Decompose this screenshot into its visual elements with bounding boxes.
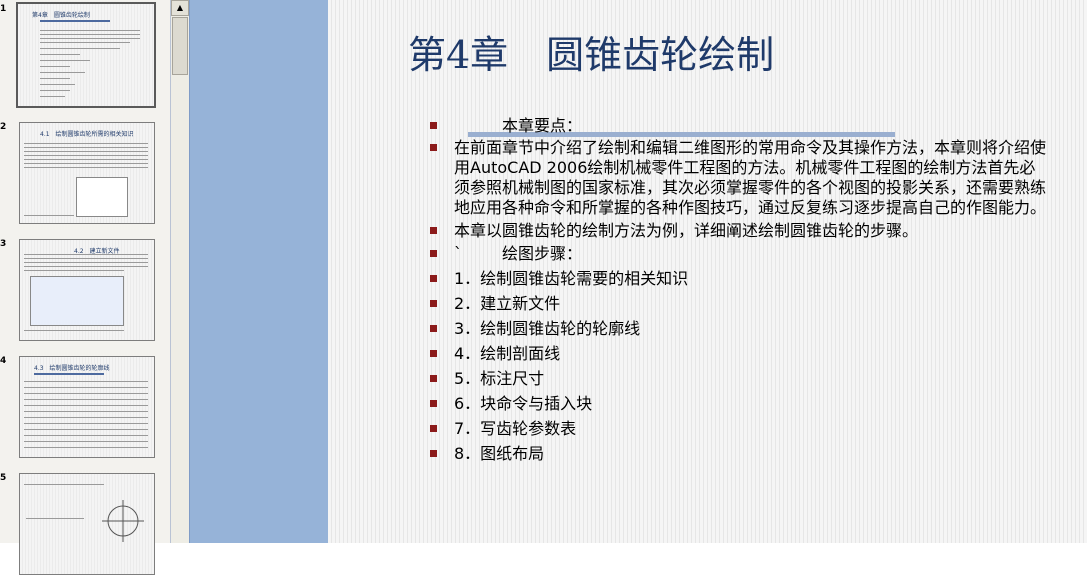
slide-number: 4 (0, 356, 7, 366)
step-text: 7．写齿轮参数表 (454, 419, 577, 438)
slide-thumbnail-5[interactable] (19, 473, 155, 575)
bullet-square-icon (430, 350, 437, 357)
bullet-text: 绘图步骤： (502, 244, 583, 263)
slide-thumbnail-1[interactable]: 第4章 圆锥齿轮绘制 (16, 2, 156, 108)
step-text: 5．标注尺寸 (454, 369, 545, 388)
step-text: 2．建立新文件 (454, 294, 561, 313)
slide-canvas[interactable]: 第4章 圆锥齿轮绘制 本章要点： 在前面章节中介绍了绘制和编辑二维图形的常用命令… (328, 0, 1087, 543)
step-text: 8．图纸布局 (454, 444, 545, 463)
slide-thumbnail-3[interactable]: 4.2 建立新文件 (19, 239, 155, 341)
step-item: 3．绘制圆锥齿轮的轮廓线 (426, 319, 1046, 339)
step-item: 8．图纸布局 (426, 444, 1046, 464)
slide-thumbnail-pane: 1 第4章 圆锥齿轮绘制 2 4.1 绘制圆锥齿轮所需的相关知识 3 4.2 建… (0, 0, 171, 575)
bullet-square-icon (430, 300, 437, 307)
bullet-square-icon (430, 275, 437, 282)
bullet-text: 本章以圆锥齿轮的绘制方法为例，详细阐述绘制圆锥齿轮的步骤。 (454, 221, 919, 240)
bullet-item: 在前面章节中介绍了绘制和编辑二维图形的常用命令及其操作方法，本章则将介绍使用Au… (426, 138, 1046, 218)
slide-number: 1 (0, 4, 7, 14)
bullet-item: 本章以圆锥齿轮的绘制方法为例，详细阐述绘制圆锥齿轮的步骤。 (426, 221, 1046, 241)
step-text: 6．块命令与插入块 (454, 394, 593, 413)
bullet-item: 本章要点： (426, 116, 1046, 136)
step-item: 2．建立新文件 (426, 294, 1046, 314)
slide-number: 2 (0, 122, 7, 132)
step-item: 1．绘制圆锥齿轮需要的相关知识 (426, 269, 1046, 289)
scroll-thumb[interactable] (172, 17, 188, 75)
step-item: 5．标注尺寸 (426, 369, 1046, 389)
circle-drawing (102, 500, 144, 542)
thumbnail-scrollbar[interactable]: ▲ (171, 0, 189, 543)
bullet-item: ` 绘图步骤： (426, 244, 1046, 264)
bullet-text: 本章要点： (502, 116, 583, 135)
scroll-up-arrow-icon[interactable]: ▲ (171, 0, 189, 16)
thumbnail-title: 4.1 绘制圆锥齿轮所需的相关知识 (40, 131, 134, 138)
bullet-square-icon (430, 425, 437, 432)
step-item: 6．块命令与插入块 (426, 394, 1046, 414)
step-text: 4．绘制剖面线 (454, 344, 561, 363)
step-item: 4．绘制剖面线 (426, 344, 1046, 364)
step-text: 1．绘制圆锥齿轮需要的相关知识 (454, 269, 689, 288)
bullet-square-icon (430, 144, 437, 151)
bullet-square-icon (430, 250, 437, 257)
bullet-list[interactable]: 本章要点： 在前面章节中介绍了绘制和编辑二维图形的常用命令及其操作方法，本章则将… (426, 116, 1046, 469)
slide-number: 5 (0, 473, 7, 483)
slide-number: 3 (0, 239, 7, 249)
bullet-square-icon (430, 375, 437, 382)
slide-thumbnail-2[interactable]: 4.1 绘制圆锥齿轮所需的相关知识 (19, 122, 155, 224)
step-item: 7．写齿轮参数表 (426, 419, 1046, 439)
editor-background (189, 0, 329, 543)
bullet-mark: ` (454, 244, 462, 263)
slide-title[interactable]: 第4章 圆锥齿轮绘制 (408, 24, 774, 79)
bullet-square-icon (430, 400, 437, 407)
thumbnail-title: 第4章 圆锥齿轮绘制 (32, 12, 90, 19)
thumbnail-title: 4.3 绘制圆锥齿轮的轮廓线 (34, 365, 110, 372)
step-text: 3．绘制圆锥齿轮的轮廓线 (454, 319, 641, 338)
slide-thumbnail-4[interactable]: 4.3 绘制圆锥齿轮的轮廓线 (19, 356, 155, 458)
bullet-square-icon (430, 450, 437, 457)
bullet-square-icon (430, 325, 437, 332)
bullet-square-icon (430, 122, 437, 129)
bullet-text: 在前面章节中介绍了绘制和编辑二维图形的常用命令及其操作方法，本章则将介绍使用Au… (454, 138, 1047, 217)
bullet-square-icon (430, 227, 437, 234)
